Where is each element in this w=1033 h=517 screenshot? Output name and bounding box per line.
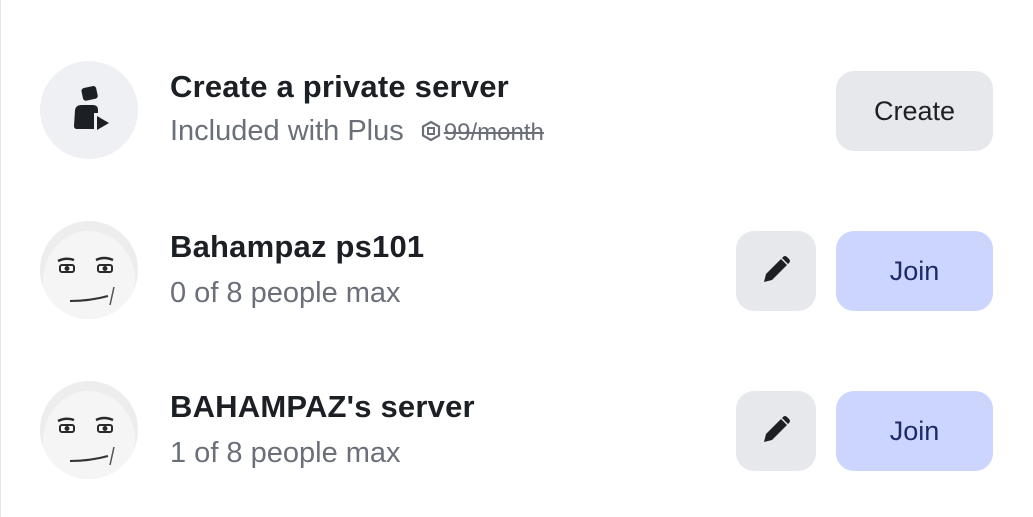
create-server-button[interactable]: Create — [836, 71, 993, 151]
server-name: BAHAMPAZ's server — [170, 389, 475, 424]
man-face-avatar — [40, 221, 138, 319]
price-text: 99/month — [443, 119, 544, 146]
server-capacity: 1 of 8 people max — [170, 437, 401, 469]
create-server-subtitle: Included with Plus 99/month — [170, 115, 544, 149]
join-server-button[interactable]: Join — [836, 231, 993, 311]
server-capacity: 0 of 8 people max — [170, 277, 401, 309]
create-server-title: Create a private server — [170, 69, 509, 104]
man-face-avatar — [40, 381, 138, 479]
private-servers-page: Create a private server Included with Pl… — [0, 0, 1033, 517]
robux-icon — [420, 120, 442, 149]
server-name: Bahampaz ps101 — [170, 229, 425, 264]
plus-included-text: Included with Plus — [170, 115, 404, 147]
pencil-icon — [758, 252, 794, 291]
join-server-button[interactable]: Join — [836, 391, 993, 471]
private-server-icon — [40, 61, 138, 159]
edit-server-button[interactable] — [736, 391, 816, 471]
price-strikethrough: 99/month — [420, 119, 544, 149]
edit-server-button[interactable] — [736, 231, 816, 311]
pencil-icon — [758, 412, 794, 451]
